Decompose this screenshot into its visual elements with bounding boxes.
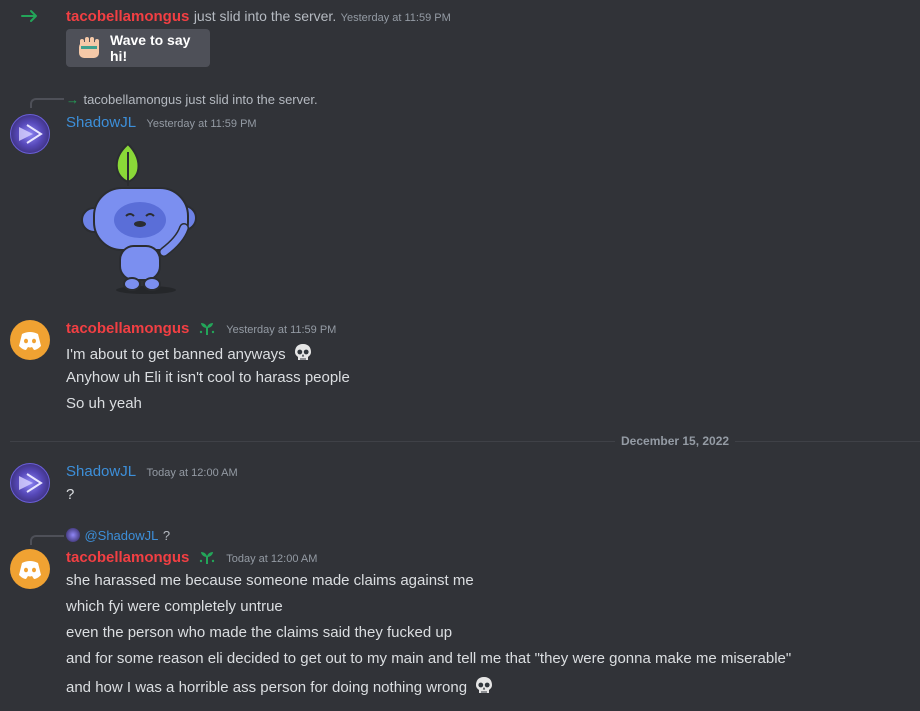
message-line: even the person who made the claims said… xyxy=(66,624,453,641)
timestamp[interactable]: Today at 12:00 AM xyxy=(226,553,317,565)
reply-preview[interactable]: @ShadowJL ? xyxy=(66,527,170,545)
message-line: which fyi were completely untrue xyxy=(66,598,283,615)
skull-icon xyxy=(474,676,494,696)
message-header: ShadowJL Yesterday at 11:59 PM xyxy=(66,114,257,132)
timestamp[interactable]: Yesterday at 11:59 PM xyxy=(226,324,336,336)
join-arrow-icon xyxy=(20,6,40,26)
avatar[interactable] xyxy=(10,549,50,589)
username[interactable]: ShadowJL xyxy=(66,463,136,480)
wave-button-label: Wave to say hi! xyxy=(110,32,191,64)
reply-text: ? xyxy=(162,528,171,543)
timestamp[interactable]: Today at 12:00 AM xyxy=(147,467,238,479)
sprout-icon xyxy=(198,549,216,565)
reply-mention[interactable]: @ShadowJL xyxy=(84,528,158,543)
skull-icon xyxy=(293,343,313,363)
username[interactable]: ShadowJL xyxy=(66,114,136,131)
message-header: ShadowJL Today at 12:00 AM xyxy=(66,463,238,481)
avatar[interactable] xyxy=(10,463,50,503)
reply-avatar-icon xyxy=(66,528,80,542)
date-divider-label: December 15, 2022 xyxy=(615,434,736,448)
message-text: I'm about to get banned anyways xyxy=(66,346,286,363)
reply-text: tacobellamongus just slid into the serve… xyxy=(83,92,318,107)
message-text: and how I was a horrible ass person for … xyxy=(66,679,468,696)
message-header: tacobellamongus Yesterday at 11:59 PM xyxy=(66,320,336,338)
message-line: and how I was a horrible ass person for … xyxy=(66,676,494,696)
message-line: and for some reason eli decided to get o… xyxy=(66,650,792,667)
message-line: I'm about to get banned anyways xyxy=(66,343,313,363)
timestamp[interactable]: Yesterday at 11:59 PM xyxy=(147,118,257,130)
reply-connector xyxy=(30,535,64,545)
reply-connector xyxy=(30,98,64,108)
username[interactable]: tacobellamongus xyxy=(66,549,189,566)
date-divider xyxy=(10,441,920,442)
avatar[interactable] xyxy=(10,114,50,154)
join-text: just slid into the server. xyxy=(193,8,337,24)
avatar[interactable] xyxy=(10,320,50,360)
message-line: she harassed me because someone made cla… xyxy=(66,572,474,589)
join-message: tacobellamongus just slid into the serve… xyxy=(66,8,451,26)
join-timestamp[interactable]: Yesterday at 11:59 PM xyxy=(341,12,451,24)
reply-arrow-icon: → xyxy=(66,92,79,107)
wumpus-sticker[interactable] xyxy=(76,140,206,298)
sprout-icon xyxy=(198,320,216,336)
join-username[interactable]: tacobellamongus xyxy=(66,8,189,25)
message-header: tacobellamongus Today at 12:00 AM xyxy=(66,549,317,567)
message-line: ? xyxy=(66,486,75,503)
message-line: So uh yeah xyxy=(66,395,142,412)
message-line: Anyhow uh Eli it isn't cool to harass pe… xyxy=(66,369,350,386)
wave-button[interactable]: Wave to say hi! xyxy=(66,29,210,67)
username[interactable]: tacobellamongus xyxy=(66,320,189,337)
reply-preview[interactable]: → tacobellamongus just slid into the ser… xyxy=(66,91,318,109)
wave-sticker-icon xyxy=(76,36,102,60)
